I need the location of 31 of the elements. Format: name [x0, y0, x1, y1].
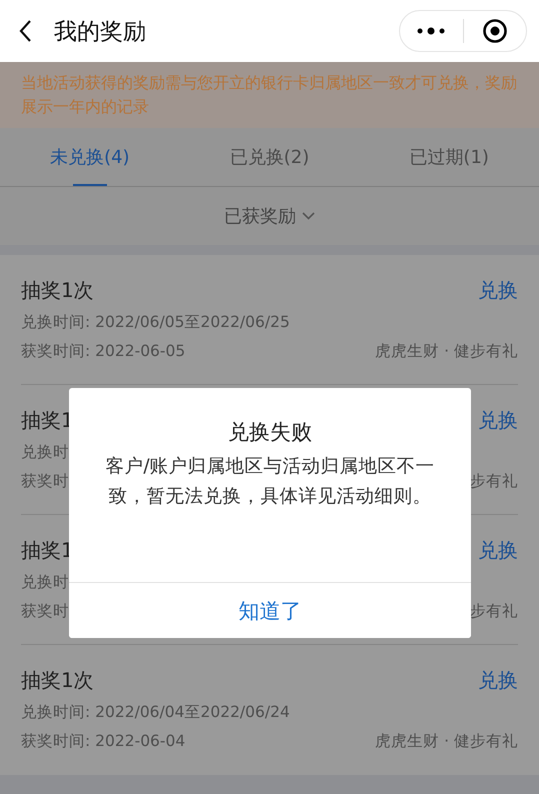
dialog-message: 客户/账户归属地区与活动归属地区不一致，暂无法兑换，具体详见活动细则。	[104, 455, 436, 509]
campaign-name: 步有礼	[470, 601, 518, 622]
filter-dropdown[interactable]: 已获奖励	[224, 204, 315, 228]
more-icon	[416, 27, 446, 35]
redeem-link[interactable]: 兑换	[478, 277, 518, 304]
won-date: 获奖时间: 2022-06-04	[21, 731, 186, 752]
redeem-period: 兑换时间: 2022/06/04至2022/06/24	[21, 702, 290, 723]
target-icon	[482, 18, 508, 44]
tab[interactable]: 已兑换(2)	[180, 128, 360, 186]
chevron-down-icon	[302, 212, 315, 220]
redeem-link[interactable]: 兑换	[478, 407, 518, 434]
campaign-name: 步有礼	[470, 471, 518, 492]
redeem-link[interactable]: 兑换	[478, 537, 518, 564]
campaign-name: 虎虎生财 · 健步有礼	[375, 341, 518, 362]
redeem-period: 兑换时	[21, 572, 69, 593]
confirm-button[interactable]: 知道了	[69, 582, 471, 638]
dialog-title: 兑换失败	[228, 419, 312, 446]
reward-title: 抽奖1次	[21, 667, 94, 694]
tab[interactable]: 已过期(1)	[359, 128, 539, 186]
back-icon[interactable]	[18, 19, 32, 43]
page-title: 我的奖励	[54, 18, 147, 46]
campaign-name: 虎虎生财 · 健步有礼	[375, 731, 518, 752]
reward-title: 抽奖1次	[21, 277, 94, 304]
won-date: 获奖时间: 2022-06-05	[21, 341, 186, 362]
redeem-period: 兑换时	[21, 442, 69, 463]
tab[interactable]: 未兑换(4)	[0, 128, 180, 186]
won-date: 获奖时	[21, 471, 69, 492]
redeem-link[interactable]: 兑换	[478, 667, 518, 694]
won-date: 获奖时	[21, 601, 69, 622]
redeem-period: 兑换时间: 2022/06/05至2022/06/25	[21, 312, 290, 333]
notice-text: 当地活动获得的奖励需与您开立的银行卡归属地区一致才可兑换，奖励展示一年内的记录	[0, 62, 539, 128]
